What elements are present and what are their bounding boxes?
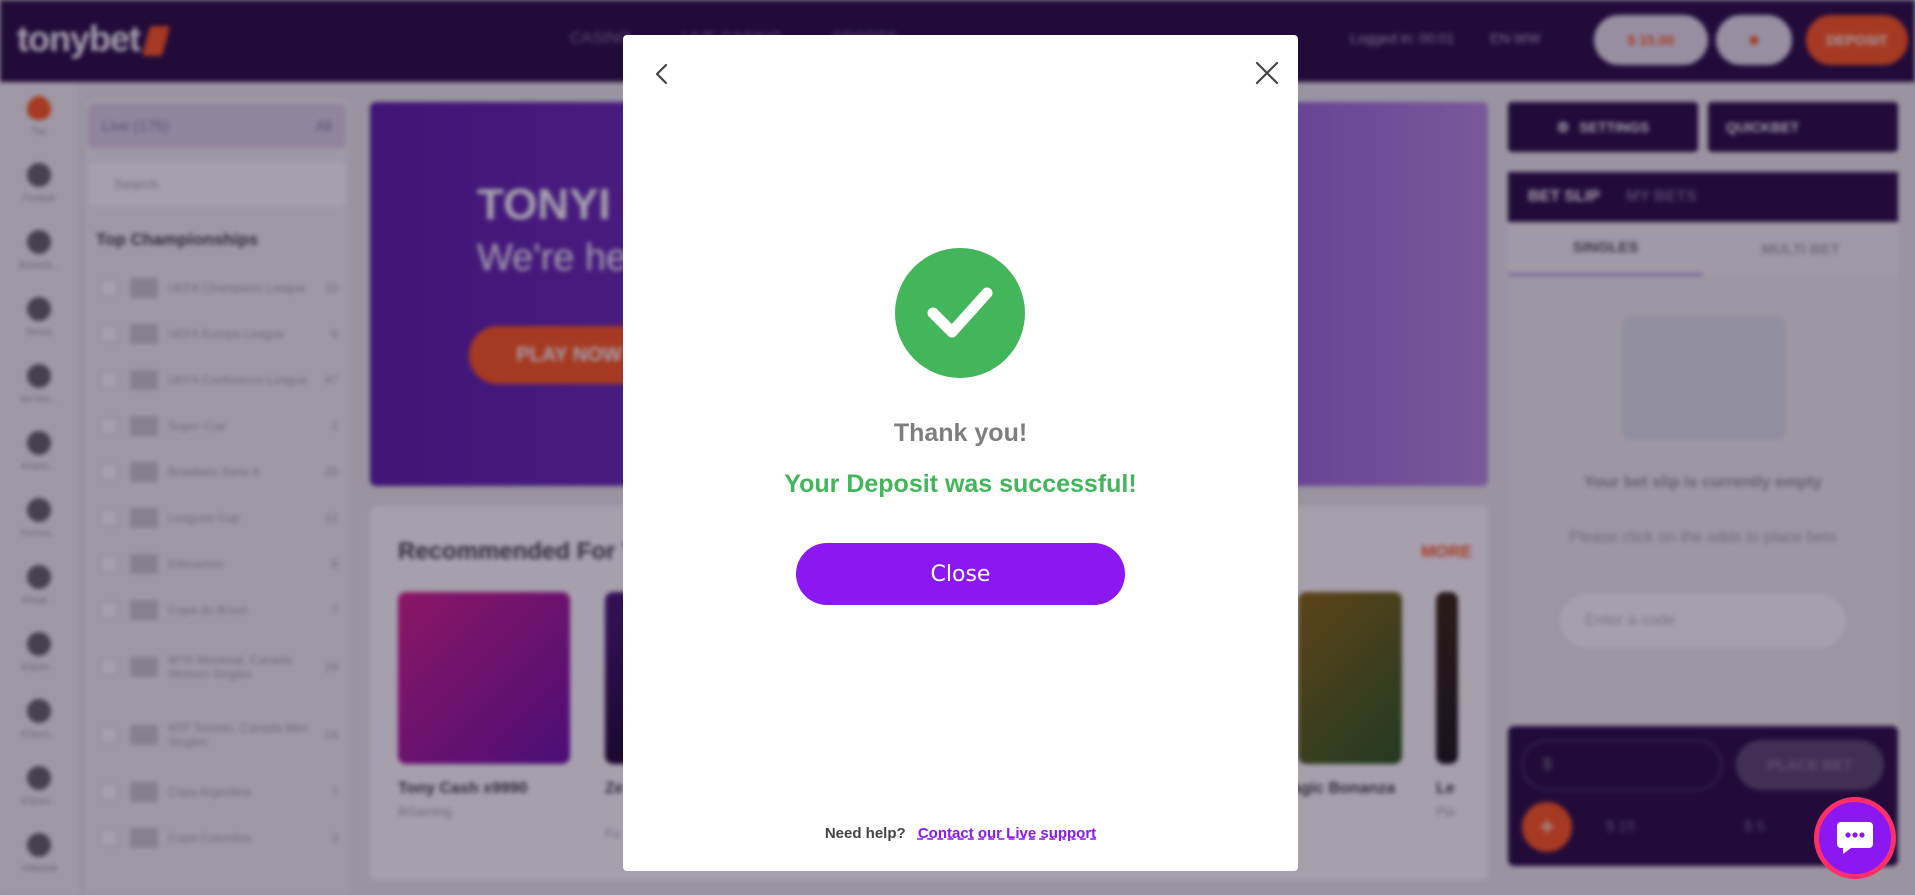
close-modal-button[interactable] — [1251, 57, 1283, 89]
deposit-success-modal: Thank you! Your Deposit was successful! … — [623, 35, 1298, 871]
chevron-left-icon — [655, 63, 668, 85]
back-button[interactable] — [647, 59, 677, 89]
close-icon — [1255, 61, 1279, 85]
live-support-link[interactable]: Contact our Live support — [918, 825, 1096, 842]
live-chat-button[interactable] — [1814, 797, 1896, 879]
help-row: Need help? Contact our Live support — [623, 825, 1298, 842]
chat-bubble-icon — [1837, 822, 1873, 854]
close-button[interactable]: Close — [796, 543, 1125, 605]
need-help-label: Need help? — [824, 825, 906, 842]
thank-you-heading: Thank you! — [893, 419, 1028, 447]
deposit-success-message: Your Deposit was successful! — [784, 470, 1137, 498]
success-check-icon — [895, 248, 1025, 378]
